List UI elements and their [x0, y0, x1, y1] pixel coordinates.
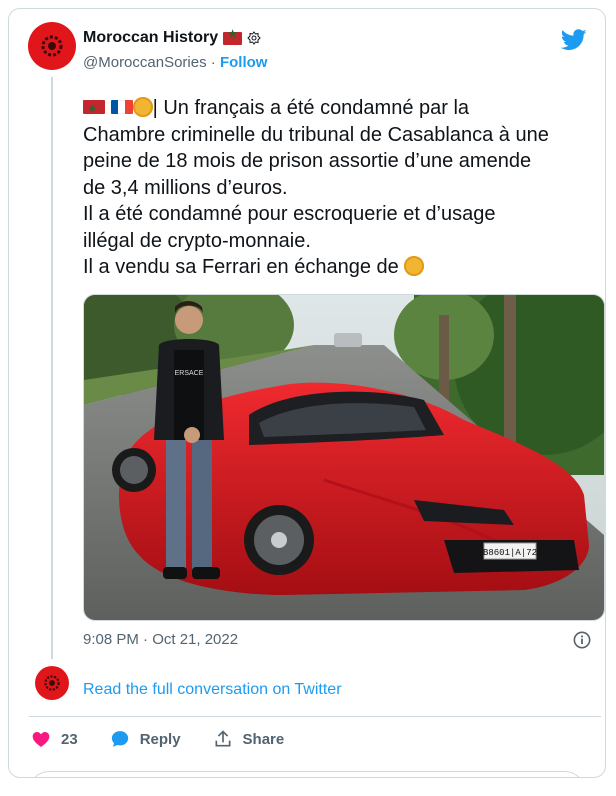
france-flag-icon	[110, 100, 133, 114]
tweet-actions: 23 Reply Share	[31, 729, 316, 749]
profile-avatar[interactable]	[28, 22, 76, 70]
thread-connector-line	[51, 77, 53, 659]
reply-avatar[interactable]	[35, 666, 69, 700]
tweet-line: de 3,4 millions d’euros.	[83, 176, 288, 199]
avatar-emblem-icon	[41, 35, 63, 57]
tweet-line: Il a été condamné pour escroquerie et d’…	[83, 203, 496, 225]
heart-icon	[32, 732, 50, 747]
reply-button[interactable]: Reply	[110, 729, 181, 749]
verified-badge-icon	[247, 31, 261, 45]
license-plate-text: B8601|A|72	[483, 548, 537, 558]
svg-text:ERSACE: ERSACE	[175, 370, 204, 377]
gold-coin-icon	[404, 256, 425, 276]
like-count: 23	[61, 730, 78, 748]
reply-label: Reply	[139, 730, 181, 748]
share-button[interactable]: Share	[213, 729, 285, 749]
tweet-line: | Un français a été condamné par la	[83, 95, 603, 124]
handle-separator: ·	[206, 54, 220, 71]
account-name-row[interactable]: Moroccan History	[83, 29, 261, 47]
gold-coin-icon	[132, 97, 153, 117]
tweet-line: Chambre criminelle du tribunal de Casabl…	[83, 123, 549, 146]
tweet-line: illégal de crypto-monnaie.	[83, 229, 311, 252]
twitter-bird-icon[interactable]	[561, 29, 587, 51]
follow-link[interactable]: Follow	[220, 54, 268, 71]
read-full-conversation-link[interactable]: Read the full conversation on Twitter	[83, 681, 342, 699]
tweet-photo[interactable]: B8601|A|72 ERSACE	[83, 294, 605, 621]
read-replies-button[interactable]	[29, 771, 585, 777]
share-label: Share	[242, 730, 285, 748]
ferrari-photo-illustration: B8601|A|72 ERSACE	[84, 295, 604, 620]
tweet-line: peine de 18 mois de prison assortie d’un…	[83, 150, 532, 172]
account-handle[interactable]: @MoroccanSories	[83, 54, 207, 71]
account-name[interactable]: Moroccan History	[83, 29, 218, 47]
tweet-line: Il a vendu sa Ferrari en échange de	[83, 254, 603, 281]
morocco-flag-icon	[83, 97, 105, 124]
avatar-emblem-icon	[44, 675, 60, 691]
reply-bubble-icon	[111, 731, 128, 747]
like-button[interactable]: 23	[31, 729, 78, 749]
info-icon[interactable]	[573, 631, 591, 649]
tweet-card: Moroccan History @MoroccanSories · Follo…	[8, 8, 606, 778]
tweet-timestamp[interactable]: 9:08 PM · Oct 21, 2022	[83, 631, 238, 648]
account-handle-row: @MoroccanSories · Follow	[83, 54, 267, 71]
divider	[29, 716, 601, 717]
tweet-text: | Un français a été condamné par la Cham…	[83, 95, 603, 281]
share-icon	[215, 730, 231, 747]
morocco-flag-icon	[223, 29, 243, 45]
